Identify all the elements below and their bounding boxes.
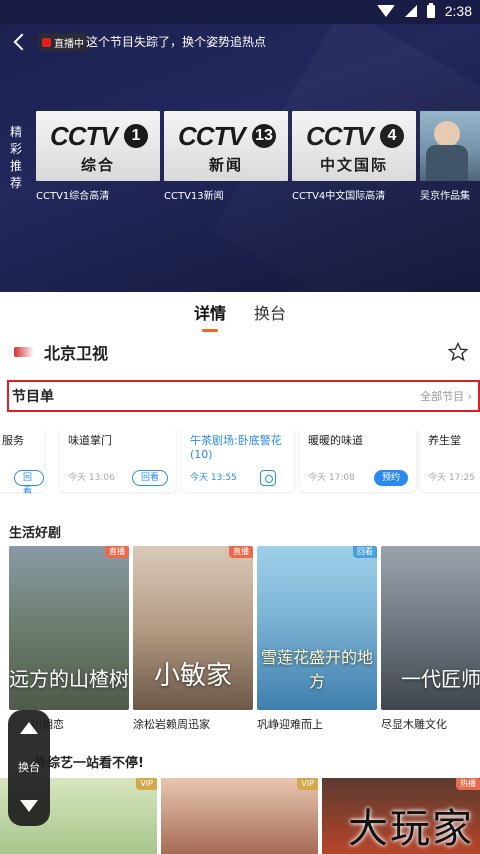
channel-up-icon[interactable] xyxy=(20,722,38,734)
channel-name: 吴京作品集 xyxy=(420,191,470,202)
clock: 2:38 xyxy=(444,3,472,19)
program-name: 午茶剧场:卧底警花 (10) xyxy=(190,434,282,461)
vip-tag: VIP xyxy=(136,778,157,790)
program-card-current[interactable]: 午茶剧场:卧底警花 (10) 今天 13:55 xyxy=(182,426,294,492)
live-icon xyxy=(42,37,51,47)
drama-card[interactable]: 回看 雪莲花盛开的地方 巩峥迎难而上 xyxy=(257,546,377,732)
program-list: 服务 回看 味道掌门 今天 13:06 回看 午茶剧场:卧底警花 (10) 今天… xyxy=(0,426,480,494)
program-time: 今天 17:08 xyxy=(308,473,355,483)
watermark-logo: 大玩家 xyxy=(348,806,474,852)
hero-panel: 直播中 这个节目失踪了，换个姿势追热点 精彩推荐 CCTV 1 综合 CCTV1… xyxy=(0,24,480,292)
program-time: 今天 13:06 xyxy=(68,473,115,483)
poster-title: 小敏家 xyxy=(153,661,232,691)
replay-button[interactable]: 回看 xyxy=(131,470,168,486)
recommend-label: 精彩推荐 xyxy=(10,125,23,190)
tab-details[interactable]: 详情 xyxy=(190,298,230,332)
program-card[interactable]: 暖暖的味道 今天 17:08 预约 xyxy=(300,426,416,492)
program-name: 暖暖的味道 xyxy=(308,434,363,447)
live-badge-label: 直播中 xyxy=(54,38,84,50)
drama-poster: 直播 小敏家 xyxy=(133,546,253,710)
now-playing-icon xyxy=(260,470,276,486)
program-time: 今天 17:25 xyxy=(428,473,475,483)
tab-bar: 详情 换台 xyxy=(0,298,480,332)
program-name: 养生堂 xyxy=(428,434,461,447)
program-card[interactable]: 味道掌门 今天 13:06 回看 xyxy=(60,426,176,492)
program-card[interactable]: 养生堂 今天 17:25 xyxy=(420,426,480,492)
channel-switcher: 换台 xyxy=(8,710,50,826)
channel-card[interactable]: CCTV 13 新闻 CCTV13新闻 xyxy=(164,111,288,202)
all-programs-label: 全部节目 xyxy=(420,390,465,403)
station-header: 北京卫视 xyxy=(14,340,108,364)
drama-poster: 一代匠师 xyxy=(381,546,480,710)
cctv-logo: CCTV xyxy=(50,121,118,151)
drama-poster: 回看 雪莲花盛开的地方 xyxy=(257,546,377,710)
section-title-variety: 片综艺一站看不停! xyxy=(34,756,144,771)
channel-thumbnail xyxy=(420,111,480,181)
battery-icon xyxy=(426,2,435,18)
content-panel: 详情 换台 北京卫视 节目单 全部节目 › 服务 回看 味道掌门 今天 13:0… xyxy=(0,292,480,854)
reserve-button[interactable]: 预约 xyxy=(373,470,408,486)
drama-title: 巩峥迎难而上 xyxy=(257,718,323,731)
variety-card[interactable]: VIP xyxy=(161,778,318,854)
all-programs-link[interactable]: 全部节目 › xyxy=(420,388,472,404)
replay-tag: 回看 xyxy=(353,546,377,558)
drama-list: 直播 远方的山楂树 川相恋 直播 小敏家 涂松岩赖周迅家 回看 雪莲花盛开的地方… xyxy=(0,546,480,736)
section-title-dramas: 生活好剧 xyxy=(9,526,62,541)
tab-switch-channel[interactable]: 换台 xyxy=(250,298,290,328)
drama-title: 尽显木雕文化 xyxy=(381,718,447,731)
program-name: 服务 xyxy=(2,434,24,447)
channel-carousel: CCTV 1 综合 CCTV1综合高清 CCTV 13 新闻 CCTV13新闻 … xyxy=(36,111,480,202)
channel-card[interactable]: CCTV 4 中文国际 CCTV4中文国际高清 xyxy=(292,111,416,202)
favorite-star-icon[interactable] xyxy=(448,342,468,362)
drama-title: 涂松岩赖周迅家 xyxy=(133,718,210,731)
drama-poster: 直播 远方的山楂树 xyxy=(9,546,129,710)
channel-name: CCTV4中文国际高清 xyxy=(292,191,386,202)
status-bar: 2:38 xyxy=(0,0,480,24)
channel-card[interactable]: 吴京作品集 xyxy=(420,111,480,202)
schedule-header: 节目单 全部节目 › xyxy=(7,380,480,412)
live-tag: 直播 xyxy=(229,546,253,558)
channel-number: 1 xyxy=(124,124,148,148)
channel-name: CCTV13新闻 xyxy=(164,191,224,202)
variety-list: VIP VIP 热播 大玩家 xyxy=(0,778,480,854)
program-card[interactable]: 服务 回看 xyxy=(0,426,44,494)
poster-title: 远方的山楂树 xyxy=(9,667,129,691)
channel-name: CCTV1综合高清 xyxy=(36,191,110,202)
vip-tag: VIP xyxy=(297,778,318,790)
cctv-logo: CCTV xyxy=(306,121,374,151)
hero-message: 这个节目失踪了，换个姿势追热点 xyxy=(86,35,267,49)
station-logo xyxy=(14,347,34,357)
signal-icon xyxy=(404,5,417,17)
channel-thumbnail: CCTV 13 新闻 xyxy=(164,111,288,181)
channel-down-icon[interactable] xyxy=(20,800,38,812)
poster-title: 一代匠师 xyxy=(401,667,480,691)
program-name: 味道掌门 xyxy=(68,434,112,447)
replay-button[interactable]: 回看 xyxy=(14,470,44,494)
program-time: 今天 13:55 xyxy=(190,473,237,483)
channel-number: 13 xyxy=(252,124,276,148)
hot-tag: 热播 xyxy=(456,778,480,790)
channel-switch-label: 换台 xyxy=(18,761,40,774)
channel-subtitle: 新闻 xyxy=(208,156,243,174)
drama-card[interactable]: 直播 小敏家 涂松岩赖周迅家 xyxy=(133,546,253,732)
channel-card[interactable]: CCTV 1 综合 CCTV1综合高清 xyxy=(36,111,160,202)
live-badge: 直播中 xyxy=(38,33,89,51)
drama-card[interactable]: 一代匠师 尽显木雕文化 xyxy=(381,546,480,732)
schedule-title: 节目单 xyxy=(12,389,54,405)
channel-subtitle: 综合 xyxy=(80,156,115,174)
channel-thumbnail: CCTV 4 中文国际 xyxy=(292,111,416,181)
drama-card[interactable]: 直播 远方的山楂树 川相恋 xyxy=(9,546,129,732)
live-tag: 直播 xyxy=(105,546,129,558)
back-icon[interactable] xyxy=(12,32,28,52)
poster-title: 雪莲花盛开的地方 xyxy=(260,648,373,691)
wifi-icon xyxy=(376,5,395,17)
channel-thumbnail: CCTV 1 综合 xyxy=(36,111,160,181)
channel-subtitle: 中文国际 xyxy=(319,156,388,174)
station-name: 北京卫视 xyxy=(44,344,109,363)
channel-number: 4 xyxy=(380,124,404,148)
cctv-logo: CCTV xyxy=(178,121,246,151)
